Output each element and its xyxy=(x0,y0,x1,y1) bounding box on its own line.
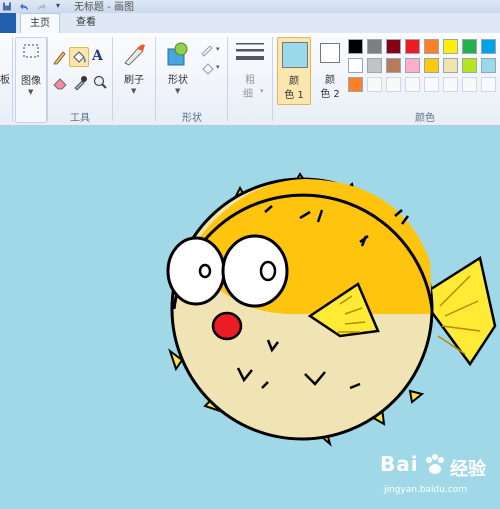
size-button[interactable]: 粗 细 ▾ xyxy=(232,37,268,107)
window-title: 无标题 - 画图 xyxy=(74,2,134,13)
color1-label-line2: 色 1 xyxy=(284,90,304,101)
ribbon: 板 图像 ▼ A 工具 刷子 ▼ 形状 ▼ ▾ ▾ 形状 粗 细 ▾ 颜 色 1… xyxy=(0,33,500,126)
color2-label-line2: 色 2 xyxy=(320,89,340,100)
tab-bar: 主页 查看 xyxy=(0,13,500,33)
shapes-button[interactable]: 形状 ▼ xyxy=(160,37,196,107)
brushes-button[interactable]: 刷子 ▼ xyxy=(117,37,151,107)
palette-swatch[interactable] xyxy=(462,77,477,92)
chevron-down-icon: ▼ xyxy=(175,87,181,95)
quick-access-dropdown-icon[interactable]: ▾ xyxy=(56,1,60,12)
brush-icon xyxy=(124,44,145,66)
palette-swatch[interactable] xyxy=(348,39,363,54)
chevron-down-icon: ▾ xyxy=(260,87,264,95)
palette-swatch[interactable] xyxy=(462,39,477,54)
eraser-icon[interactable] xyxy=(52,74,68,90)
chevron-down-icon: ▾ xyxy=(216,45,220,53)
palette-swatch[interactable] xyxy=(462,58,477,73)
divider xyxy=(155,37,156,121)
palette-swatch[interactable] xyxy=(386,77,401,92)
colors-group-label: 颜色 xyxy=(415,113,435,124)
select-icon xyxy=(23,44,39,58)
divider xyxy=(272,37,273,121)
size-label-line1: 粗 xyxy=(245,75,255,86)
palette-swatch[interactable] xyxy=(367,77,382,92)
palette-swatch[interactable] xyxy=(386,39,401,54)
palette-swatch[interactable] xyxy=(367,39,382,54)
palette xyxy=(348,39,500,99)
chevron-down-icon: ▼ xyxy=(28,88,34,96)
color1-label-line1: 颜 xyxy=(289,76,299,87)
color1-button[interactable]: 颜 色 1 xyxy=(277,37,311,105)
palette-swatch[interactable] xyxy=(424,77,439,92)
shapes-icon xyxy=(167,42,188,66)
fill-tool-selected[interactable] xyxy=(69,47,89,67)
brushes-label: 刷子 xyxy=(124,75,144,86)
palette-swatch[interactable] xyxy=(405,58,420,73)
palette-swatch[interactable] xyxy=(348,58,363,73)
tab-view[interactable]: 查看 xyxy=(64,13,108,33)
file-menu-button[interactable] xyxy=(0,13,16,33)
palette-swatch[interactable] xyxy=(443,58,458,73)
text-icon[interactable]: A xyxy=(92,48,103,64)
watermark-brand: Bai xyxy=(380,452,419,476)
palette-swatch[interactable] xyxy=(443,77,458,92)
magnifier-icon[interactable] xyxy=(92,74,108,90)
color2-swatch xyxy=(320,43,340,63)
baidu-jingyan-watermark: Bai 经验 jingyan.baidu.com xyxy=(380,452,495,502)
tab-home[interactable]: 主页 xyxy=(20,13,60,33)
palette-swatch[interactable] xyxy=(424,39,439,54)
palette-swatch[interactable] xyxy=(424,58,439,73)
palette-swatch[interactable] xyxy=(405,39,420,54)
palette-swatch[interactable] xyxy=(386,58,401,73)
tools-group-label: 工具 xyxy=(70,113,90,124)
watermark-brand-cn: 经验 xyxy=(450,459,486,480)
palette-swatch[interactable] xyxy=(481,39,496,54)
palette-swatch[interactable] xyxy=(367,58,382,73)
divider xyxy=(12,37,13,121)
clipboard-partial-label: 板 xyxy=(0,75,10,86)
outline-icon[interactable] xyxy=(200,42,216,58)
image-button[interactable]: 图像 ▼ xyxy=(15,37,47,123)
chevron-down-icon: ▼ xyxy=(131,87,137,95)
palette-swatch[interactable] xyxy=(405,77,420,92)
divider xyxy=(112,37,113,121)
color1-swatch xyxy=(282,42,308,68)
pencil-icon[interactable] xyxy=(52,49,68,65)
save-icon[interactable] xyxy=(2,1,12,12)
title-bar: ▾ 无标题 - 画图 xyxy=(0,0,500,13)
divider xyxy=(227,37,228,121)
palette-swatch[interactable] xyxy=(443,39,458,54)
paw-icon xyxy=(426,454,444,474)
palette-swatch[interactable] xyxy=(481,77,496,92)
size-lines-icon xyxy=(236,43,264,60)
fill-shape-icon[interactable] xyxy=(200,60,216,76)
shapes-group-label: 形状 xyxy=(182,113,202,124)
chevron-down-icon: ▾ xyxy=(216,63,220,71)
shapes-label: 形状 xyxy=(168,75,188,86)
watermark-url: jingyan.baidu.com xyxy=(384,485,468,495)
color2-button[interactable]: 颜 色 2 xyxy=(314,37,346,105)
undo-icon[interactable] xyxy=(18,1,30,12)
palette-swatch[interactable] xyxy=(481,58,496,73)
divider xyxy=(47,37,48,121)
image-label: 图像 xyxy=(21,76,41,87)
color2-label-line1: 颜 xyxy=(325,75,335,86)
palette-swatch[interactable] xyxy=(348,77,363,92)
fill-icon xyxy=(73,51,86,63)
redo-icon[interactable] xyxy=(36,1,48,12)
color-picker-icon[interactable] xyxy=(72,74,88,90)
